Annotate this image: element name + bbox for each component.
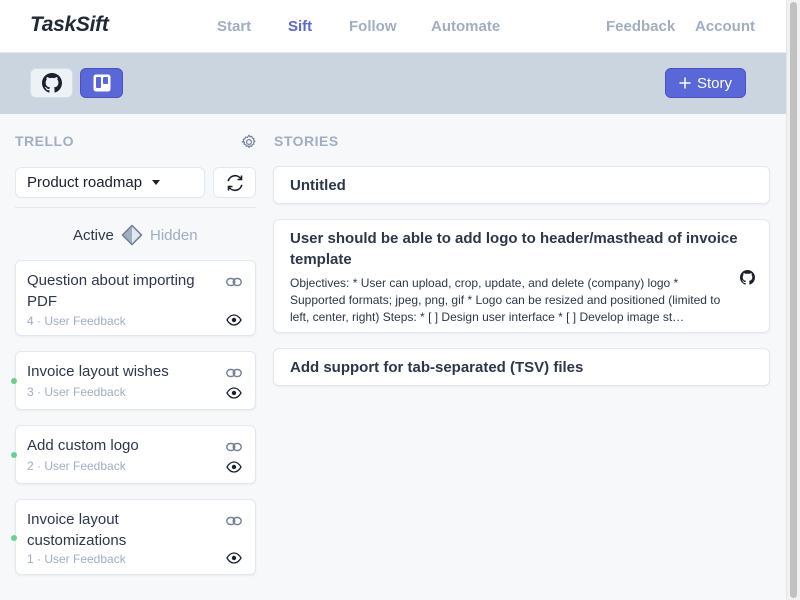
link-icon[interactable] bbox=[226, 368, 242, 378]
trello-card[interactable]: Question about importing PDF 4 · User Fe… bbox=[15, 260, 256, 336]
card-title: Add custom logo bbox=[27, 437, 139, 454]
status-dot bbox=[11, 452, 17, 458]
card-title: Invoice layout wishes bbox=[27, 363, 169, 380]
scrollbar[interactable] bbox=[786, 0, 800, 600]
toggle-active[interactable]: Active bbox=[73, 227, 114, 244]
top-navbar: TaskSift Start Sift Follow Automate Feed… bbox=[0, 0, 786, 53]
trello-source-button[interactable] bbox=[80, 68, 123, 98]
trello-card[interactable]: Invoice layout customizations 1 · User F… bbox=[15, 499, 256, 575]
add-story-label: Story bbox=[696, 74, 732, 92]
story-card[interactable]: Untitled bbox=[273, 166, 770, 204]
card-meta: 2 · User Feedback bbox=[27, 459, 126, 473]
gear-icon[interactable] bbox=[241, 134, 257, 150]
nav-account[interactable]: Account bbox=[695, 18, 755, 35]
link-icon[interactable] bbox=[226, 442, 242, 452]
nav-automate[interactable]: Automate bbox=[431, 18, 500, 35]
story-title: Untitled bbox=[290, 177, 346, 194]
card-title: Question about importing PDF bbox=[27, 272, 195, 310]
trello-card[interactable]: Invoice layout wishes 3 · User Feedback bbox=[15, 351, 256, 410]
nav-feedback[interactable]: Feedback bbox=[606, 18, 675, 35]
board-select-value: Product roadmap bbox=[27, 174, 143, 191]
status-dot bbox=[11, 378, 17, 384]
github-icon bbox=[41, 73, 62, 93]
stories-section-title: STORIES bbox=[274, 133, 339, 149]
nav-follow[interactable]: Follow bbox=[349, 18, 397, 35]
toggle-switch-icon[interactable] bbox=[121, 224, 143, 246]
card-meta: 4 · User Feedback bbox=[27, 314, 126, 328]
nav-sift[interactable]: Sift bbox=[288, 18, 312, 35]
brand-logo[interactable]: TaskSift bbox=[30, 13, 109, 37]
link-icon[interactable] bbox=[226, 277, 242, 287]
story-description: Objectives: * User can upload, crop, upd… bbox=[290, 276, 721, 324]
scrollbar-thumb[interactable] bbox=[790, 2, 797, 598]
card-meta: 3 · User Feedback bbox=[27, 385, 126, 399]
story-title: Add support for tab-separated (TSV) file… bbox=[290, 359, 584, 376]
add-story-button[interactable]: Story bbox=[665, 68, 746, 98]
plus-icon bbox=[679, 77, 691, 89]
trello-icon bbox=[93, 74, 110, 92]
github-icon[interactable] bbox=[740, 270, 755, 285]
story-card[interactable]: User should be able to add logo to heade… bbox=[273, 219, 770, 333]
chevron-down-icon bbox=[152, 180, 161, 185]
eye-icon[interactable] bbox=[226, 387, 242, 399]
trello-card[interactable]: Add custom logo 2 · User Feedback bbox=[15, 425, 256, 484]
trello-section-title: TRELLO bbox=[15, 133, 74, 149]
eye-icon[interactable] bbox=[226, 461, 242, 473]
link-icon[interactable] bbox=[226, 516, 242, 526]
nav-start[interactable]: Start bbox=[217, 18, 251, 35]
github-source-button[interactable] bbox=[30, 68, 73, 98]
eye-icon[interactable] bbox=[226, 552, 242, 564]
refresh-button[interactable] bbox=[213, 167, 256, 198]
toggle-hidden[interactable]: Hidden bbox=[150, 227, 198, 244]
eye-icon[interactable] bbox=[226, 314, 242, 326]
refresh-icon bbox=[226, 174, 243, 191]
status-dot bbox=[11, 535, 17, 541]
card-title: Invoice layout customizations bbox=[27, 511, 127, 549]
divider bbox=[15, 207, 256, 208]
card-meta: 1 · User Feedback bbox=[27, 552, 126, 566]
story-title: User should be able to add logo to heade… bbox=[290, 230, 738, 268]
toolbar: Story bbox=[0, 53, 786, 114]
board-select[interactable]: Product roadmap bbox=[15, 167, 205, 198]
story-card[interactable]: Add support for tab-separated (TSV) file… bbox=[273, 348, 770, 386]
